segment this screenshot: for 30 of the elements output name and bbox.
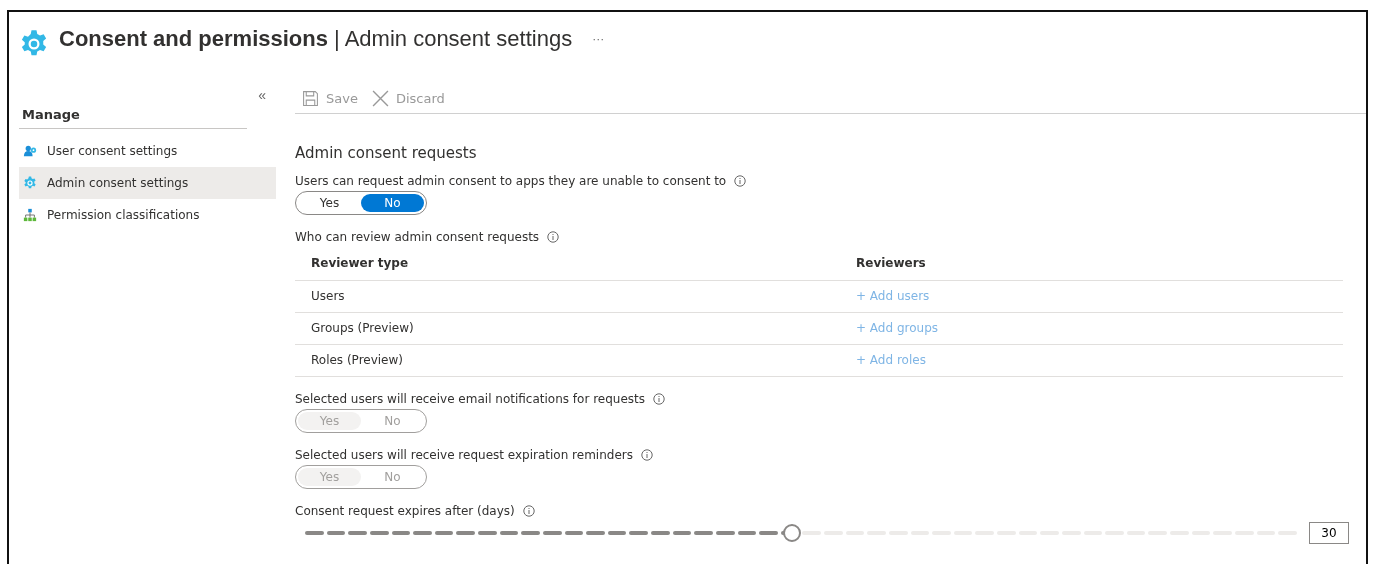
setting-label: Consent request expires after (days) <box>295 504 515 518</box>
section-heading: Manage <box>19 102 247 129</box>
sidebar-item[interactable]: User consent settings <box>19 135 276 167</box>
table-cell: Roles (Preview) <box>295 344 840 377</box>
user-gear-icon <box>23 144 37 158</box>
more-button[interactable]: ··· <box>592 32 605 46</box>
table-cell: Groups (Preview) <box>295 312 840 345</box>
setting-label: Users can request admin consent to apps they are unable to consent to <box>295 174 727 188</box>
sidebar-item[interactable]: Permission classifications <box>19 199 276 231</box>
info-icon[interactable] <box>547 231 560 243</box>
setting-label: Selected users will receive request expiration reminders <box>295 448 633 462</box>
save-icon <box>302 90 319 107</box>
gear-icon <box>23 176 37 190</box>
slider[interactable] <box>305 524 1297 542</box>
info-icon[interactable] <box>522 505 535 517</box>
info-icon[interactable] <box>653 393 665 405</box>
setting-label: Who can review admin consent requests <box>295 230 540 244</box>
section-title: Admin consent requests <box>295 144 478 162</box>
setting-label: Selected users will receive email notifications for requests <box>295 392 645 406</box>
info-icon[interactable] <box>641 449 653 461</box>
table-cell: Users <box>295 280 840 313</box>
close-icon <box>371 90 389 107</box>
column-header: Reviewers <box>840 250 1343 281</box>
info-icon[interactable] <box>734 175 747 187</box>
collapse-button[interactable]: « <box>258 88 266 102</box>
sidebar-item[interactable]: Admin consent settings <box>19 167 276 199</box>
hierarchy-icon <box>23 208 37 222</box>
column-header: Reviewer type <box>295 250 840 281</box>
page-title: Consent and permissions | Admin consent settings <box>59 26 573 52</box>
days-field[interactable]: 30 <box>1309 522 1349 544</box>
